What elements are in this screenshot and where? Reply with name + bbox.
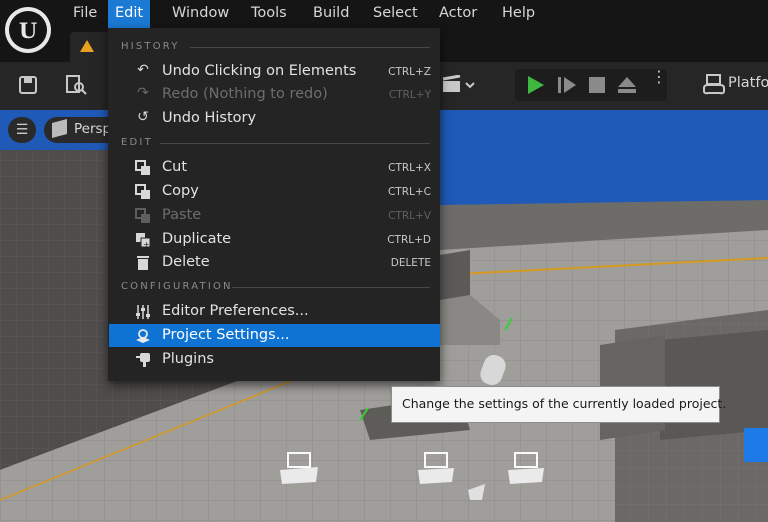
- viewport-menu-button[interactable]: ☰: [8, 117, 36, 143]
- undo-icon: ↶: [137, 62, 149, 78]
- cinematics-icon[interactable]: [442, 75, 476, 95]
- menu-item-undo-history[interactable]: [109, 107, 440, 130]
- menu-help[interactable]: Help: [496, 0, 541, 28]
- redo-icon: ↷: [137, 85, 149, 101]
- project-settings-label: Project Settings...: [162, 327, 290, 343]
- section-configuration: CONFIGURATION: [121, 281, 233, 292]
- cut-label: Cut: [162, 159, 187, 175]
- undo-history-label: Undo History: [162, 110, 257, 126]
- duplicate-shortcut: CTRL+D: [387, 234, 431, 246]
- advance-frame-icon[interactable]: [557, 75, 577, 95]
- divider: [232, 287, 430, 288]
- divider: [160, 143, 430, 144]
- menu-edit[interactable]: Edit: [108, 0, 150, 28]
- more-options-icon[interactable]: ⋮: [651, 69, 667, 97]
- project-settings-icon: [136, 329, 150, 343]
- section-history: HISTORY: [121, 41, 180, 52]
- menu-item-plugins[interactable]: [109, 348, 440, 371]
- editor-preferences-label: Editor Preferences...: [162, 303, 309, 319]
- stop-icon[interactable]: [589, 76, 605, 94]
- cut-shortcut: CTRL+X: [388, 162, 431, 174]
- menu-file[interactable]: File: [67, 0, 103, 28]
- delete-label: Delete: [162, 254, 210, 270]
- unreal-logo-mark: U: [9, 11, 47, 49]
- eject-icon[interactable]: [617, 75, 637, 95]
- copy-label: Copy: [162, 183, 199, 199]
- menu-select[interactable]: Select: [367, 0, 424, 28]
- paste-icon: [135, 208, 150, 223]
- section-edit: EDIT: [121, 137, 153, 148]
- delete-shortcut: DELETE: [390, 257, 431, 269]
- copy-shortcut: CTRL+C: [387, 186, 431, 198]
- redo-label: Redo (Nothing to redo): [162, 86, 328, 102]
- platforms-button[interactable]: Platfo: [728, 75, 768, 91]
- undo-label: Undo Clicking on Elements: [162, 63, 357, 79]
- paste-label: Paste: [162, 207, 202, 223]
- cut-icon: [135, 160, 150, 175]
- history-icon: ↺: [137, 109, 149, 125]
- tooltip-text: Change the settings of the currently loa…: [402, 396, 727, 411]
- redo-shortcut: CTRL+Y: [388, 89, 431, 101]
- content-browser-icon[interactable]: [64, 73, 88, 97]
- blue-cube[interactable]: [744, 428, 768, 462]
- play-icon[interactable]: [527, 75, 545, 95]
- sliders-icon: [136, 305, 150, 319]
- level-icon: [80, 40, 94, 52]
- perspective-label: Persp: [74, 121, 112, 137]
- duplicate-icon: +: [136, 233, 151, 248]
- platforms-icon: [703, 74, 725, 95]
- save-icon[interactable]: [18, 75, 38, 95]
- divider: [190, 47, 430, 48]
- menu-tools[interactable]: Tools: [245, 0, 293, 28]
- unreal-logo[interactable]: U: [5, 7, 51, 53]
- level-tab[interactable]: [70, 32, 110, 62]
- trash-icon: [137, 256, 149, 270]
- paste-shortcut: CTRL+V: [388, 210, 431, 222]
- menu-actor[interactable]: Actor: [433, 0, 483, 28]
- menu-window[interactable]: Window: [166, 0, 235, 28]
- plug-icon: [136, 353, 150, 367]
- undo-shortcut: CTRL+Z: [388, 66, 431, 78]
- copy-icon: [135, 184, 150, 199]
- plugins-label: Plugins: [162, 351, 214, 367]
- svg-text:+: +: [143, 240, 150, 248]
- menu-build[interactable]: Build: [307, 0, 355, 28]
- duplicate-label: Duplicate: [162, 231, 232, 247]
